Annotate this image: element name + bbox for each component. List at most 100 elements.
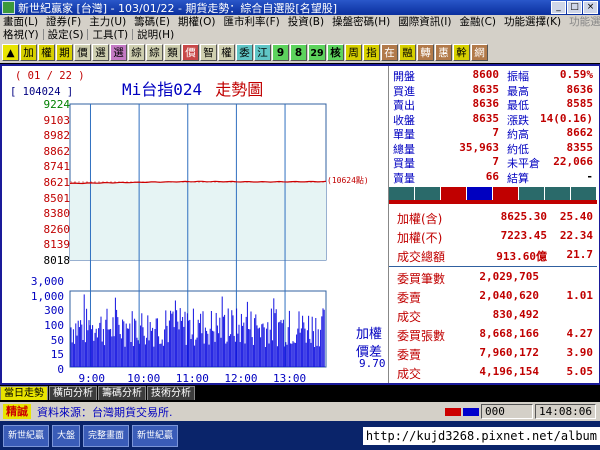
quote-value-2: 0.59%: [559, 68, 593, 81]
status-indicator: [445, 407, 462, 416]
toolbar-button[interactable]: 權: [218, 43, 235, 61]
toolbar-button[interactable]: 核: [327, 43, 344, 61]
depth-bar-lower: [389, 200, 597, 204]
index-value: 7223.45: [500, 229, 547, 242]
tab-technical-analysis[interactable]: 技術分析: [147, 386, 195, 400]
menu-intl[interactable]: 國際資訊(I): [395, 14, 454, 29]
volume-tick-label: 3,000: [30, 275, 64, 288]
status-indicator-2: [463, 407, 480, 416]
toolbar-button[interactable]: 9: [272, 43, 289, 61]
toolbar-button[interactable]: 江: [254, 43, 271, 61]
toolbar-button[interactable]: 選: [92, 43, 109, 61]
taskbar-item[interactable]: 大盤: [52, 424, 81, 447]
toolbar-arrow-button[interactable]: ▲: [2, 43, 19, 61]
menu-trade[interactable]: 操盤密碼(H): [329, 14, 393, 29]
price-tick-label: 8018: [43, 254, 71, 267]
volume-tick-label: 50: [50, 333, 64, 347]
tab-horizontal-analysis[interactable]: 橫向分析: [49, 386, 97, 400]
quote-value: 8600: [472, 68, 500, 81]
price-tick-label: 8621: [43, 176, 71, 189]
toolbar-button[interactable]: 在: [381, 43, 398, 61]
toolbar-button[interactable]: 類: [164, 43, 181, 61]
basis-label: 加權: [356, 327, 383, 342]
volume-plot-area: [69, 290, 327, 368]
price-tick-label: 8982: [43, 129, 71, 143]
depth-bar-segment: [545, 187, 571, 200]
menu-settings[interactable]: 設定(S): [45, 27, 87, 42]
menu-bar-2: 格視(Y) 設定(S) 工具(T) 說明(H): [0, 28, 600, 41]
toolbar-button[interactable]: 權: [38, 43, 55, 61]
toolbar-button[interactable]: 期: [56, 43, 73, 61]
order-value: 2,029,705: [479, 270, 539, 283]
tab-intraday[interactable]: 當日走勢: [0, 386, 48, 400]
price-tick-label: 9103: [43, 113, 71, 127]
price-tick-label: 8260: [43, 222, 71, 236]
price-tick-label: 8862: [43, 144, 71, 158]
menu-invest[interactable]: 投資(B): [285, 14, 327, 29]
menu-tools[interactable]: 工具(T): [89, 27, 131, 42]
price-tick-label: 8741: [43, 160, 71, 174]
quote-value: 7: [492, 126, 499, 139]
menu-finance[interactable]: 金融(C): [457, 14, 500, 29]
toolbar-button[interactable]: 價: [74, 43, 91, 61]
depth-bar-segment: [415, 187, 441, 200]
time-tick-label: 13:00: [273, 372, 307, 385]
menu-options[interactable]: 期權(O): [175, 14, 218, 29]
order-ratio: 1.01: [566, 289, 594, 302]
toolbar-button[interactable]: 智: [200, 43, 217, 61]
order-label: 委賣: [397, 291, 422, 305]
taskbar-item[interactable]: 新世紀贏: [132, 424, 179, 447]
toolbar: ▲ 加 權 期 價 選 選 綜 綜 類 價 智 權 委 江 9 8 29 核 周…: [0, 41, 600, 63]
quote-value: 66: [485, 169, 499, 183]
quote-value-2: 8585: [566, 97, 594, 110]
menu-help[interactable]: 說明(H): [134, 27, 177, 42]
toolbar-button[interactable]: 融: [399, 43, 416, 61]
toolbar-button[interactable]: 幹: [453, 43, 470, 61]
quote-value: 35,963: [459, 140, 499, 154]
chart-title-code: Mi台指024: [122, 80, 203, 99]
status-badge: 精誠: [3, 404, 31, 419]
toolbar-button[interactable]: 綜: [128, 43, 145, 61]
toolbar-button[interactable]: 惠: [435, 43, 452, 61]
order-label: 成交: [397, 367, 422, 381]
volume-tick-label: 100: [44, 319, 64, 332]
depth-bar-segment: [571, 187, 597, 200]
menu-fx[interactable]: 匯市利率(F): [220, 14, 282, 29]
toolbar-button[interactable]: 網: [471, 43, 488, 61]
menu-functions[interactable]: 功能選擇(K): [501, 14, 564, 29]
app-icon: [2, 1, 15, 14]
toolbar-button[interactable]: 8: [290, 43, 307, 61]
toolbar-button[interactable]: 轉: [417, 43, 434, 61]
toolbar-button[interactable]: 指: [363, 43, 380, 61]
quote-label-2: 結算: [507, 171, 529, 185]
chart-date: ( 01 / 22 ): [15, 70, 85, 82]
depth-bar-segment: [389, 187, 415, 200]
taskbar-item[interactable]: 完整畫面: [83, 424, 130, 447]
tab-chips-analysis[interactable]: 籌碼分析: [98, 386, 146, 400]
order-label: 委買張數: [397, 329, 446, 343]
quote-label: 賣量: [393, 171, 415, 185]
toolbar-button[interactable]: 委: [236, 43, 253, 61]
volume-tick-label: 15: [50, 348, 64, 362]
order-value: 4,196,154: [479, 365, 539, 378]
toolbar-button[interactable]: 周: [345, 43, 362, 61]
toolbar-button[interactable]: 價: [182, 43, 199, 61]
toolbar-button[interactable]: 選: [110, 43, 127, 61]
order-ratio: 5.05: [566, 365, 594, 378]
menu-view[interactable]: 格視(Y): [0, 27, 42, 42]
volume-tick-label: 1,000: [30, 289, 64, 303]
close-button[interactable]: ×: [583, 1, 598, 14]
toolbar-button[interactable]: 綜: [146, 43, 163, 61]
toolbar-button[interactable]: 加: [20, 43, 37, 61]
index-change: 21.7: [566, 248, 594, 261]
time-tick-label: 11:00: [175, 372, 209, 385]
chart-title: Mi台指024 走勢圖: [122, 76, 263, 100]
taskbar-item[interactable]: 新世紀贏: [3, 424, 50, 447]
menu-functions-2[interactable]: 功能選擇(V): [566, 14, 600, 29]
status-time: 14:08:06: [535, 404, 596, 419]
quote-value: 7: [492, 155, 499, 168]
maximize-button[interactable]: □: [567, 1, 582, 14]
order-ratio: 3.90: [566, 346, 594, 359]
minimize-button[interactable]: _: [551, 1, 566, 14]
toolbar-button[interactable]: 29: [308, 43, 326, 61]
